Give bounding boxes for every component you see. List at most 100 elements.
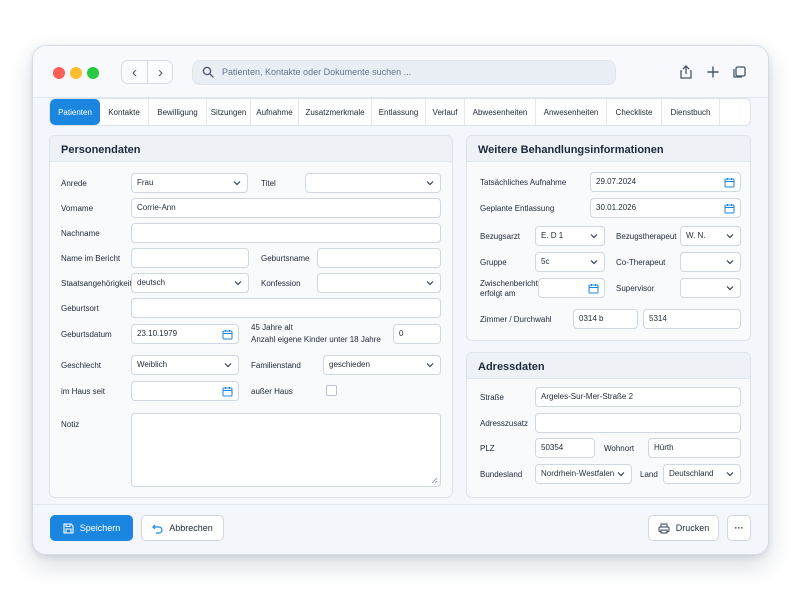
print-button[interactable]: Drucken — [648, 515, 719, 541]
tab-aufnahme[interactable]: Aufnahme — [251, 99, 299, 125]
bezugsarzt-select[interactable]: E. D 1 — [535, 226, 605, 246]
save-icon — [63, 522, 74, 534]
footer-bar: Speichern Abbrechen Drucken ··· — [33, 504, 768, 554]
wohnort-field[interactable]: Hürth — [648, 438, 741, 458]
plz-label: PLZ — [480, 444, 495, 453]
calendar-icon[interactable] — [222, 329, 233, 340]
share-icon[interactable] — [678, 64, 694, 80]
cancel-button[interactable]: Abbrechen — [141, 515, 224, 541]
save-button[interactable]: Speichern — [50, 515, 133, 541]
zoom-window-button[interactable] — [87, 67, 99, 79]
tab-entlassung[interactable]: Entlassung — [372, 99, 426, 125]
minimize-window-button[interactable] — [70, 67, 82, 79]
adresszusatz-label: Adresszusatz — [480, 419, 529, 428]
tab-kontakte[interactable]: Kontakte — [100, 99, 149, 125]
bericht-field[interactable] — [131, 248, 249, 268]
vorname-field[interactable]: Corrie-Ann — [131, 198, 441, 218]
aufnahme-value: 29.07.2024 — [596, 177, 637, 186]
bundesland-select[interactable]: Nordrhein-Westfalen — [535, 464, 632, 484]
vorname-label: Vorname — [61, 204, 94, 213]
title-bar: ‹ › Patienten, Kontakte oder Dokumente s… — [33, 46, 768, 98]
nachname-field[interactable] — [131, 223, 441, 243]
familienstand-select[interactable]: geschieden — [323, 355, 441, 375]
geburtsdatum-field[interactable]: 23.10.1979 — [131, 324, 239, 344]
tab-checkliste[interactable]: Checkliste — [607, 99, 662, 125]
supervisor-select[interactable] — [680, 278, 741, 298]
bundesland-value: Nordrhein-Westfalen — [541, 469, 615, 478]
tab-anwesenheiten[interactable]: Anwesenheiten — [536, 99, 607, 125]
land-select[interactable]: Deutschland — [663, 464, 741, 484]
gruppe-select[interactable]: 5c — [535, 252, 605, 272]
kinder-field[interactable]: 0 — [393, 324, 441, 344]
zimmer-field[interactable]: 0314 b — [573, 309, 638, 329]
calendar-icon[interactable] — [724, 203, 735, 214]
more-options-button[interactable]: ··· — [727, 515, 751, 541]
close-window-button[interactable] — [53, 67, 65, 79]
search-input[interactable]: Patienten, Kontakte oder Dokumente suche… — [192, 60, 616, 85]
resize-handle-icon[interactable] — [431, 477, 438, 484]
kinder-label: Anzahl eigene Kinder unter 18 Jahre — [251, 335, 381, 344]
forward-icon[interactable]: › — [148, 63, 173, 83]
zwischenbericht-label-2: erfolgt am — [480, 289, 516, 298]
chevron-down-icon — [224, 363, 232, 368]
bericht-label: Name im Bericht — [61, 254, 121, 263]
tabs-overview-icon[interactable] — [731, 64, 747, 80]
undo-icon — [152, 524, 163, 534]
adresszusatz-field[interactable] — [535, 413, 741, 433]
tab-verlauf[interactable]: Verlauf — [426, 99, 465, 125]
geburtsort-field[interactable] — [131, 298, 441, 318]
save-button-label: Speichern — [79, 523, 121, 533]
nachname-label: Nachname — [61, 229, 100, 238]
chevron-down-icon — [233, 181, 241, 186]
tab-abwesenheiten[interactable]: Abwesenheiten — [465, 99, 536, 125]
imhaus-label: im Haus seit — [61, 387, 106, 396]
calendar-icon[interactable] — [588, 283, 599, 294]
zwischenbericht-label: Zwischenbericht — [480, 279, 538, 288]
geburtsdatum-label: Geburtsdatum — [61, 330, 112, 339]
familienstand-label: Familienstand — [251, 361, 301, 370]
anrede-select[interactable]: Frau — [131, 173, 248, 193]
notiz-textarea[interactable] — [131, 413, 441, 487]
chevron-down-icon — [590, 260, 598, 265]
zimmer-label: Zimmer / Durchwahl — [480, 315, 552, 324]
titel-select[interactable] — [305, 173, 441, 193]
age-text: 45 Jahre alt — [251, 323, 293, 332]
print-button-label: Drucken — [675, 523, 710, 533]
tab-sitzungen[interactable]: Sitzungen — [207, 99, 251, 125]
new-tab-icon[interactable] — [705, 64, 721, 80]
konfession-select[interactable] — [317, 273, 441, 293]
konfession-label: Konfession — [261, 279, 301, 288]
chevron-down-icon — [426, 181, 434, 186]
anrede-label: Anrede — [61, 179, 87, 188]
bezugstherapeut-select[interactable]: W. N. — [680, 226, 741, 246]
zwischenbericht-field[interactable] — [538, 278, 605, 298]
tab-dienstbuch[interactable]: Dienstbuch — [662, 99, 720, 125]
geburtsort-label: Geburtsort — [61, 304, 99, 313]
durchwahl-field[interactable]: 5314 — [643, 309, 741, 329]
geschlecht-select[interactable]: Weiblich — [131, 355, 239, 375]
bezugsarzt-label: Bezugsarzt — [480, 232, 521, 241]
familienstand-value: geschieden — [329, 360, 370, 369]
personal-data-title: Personendaten — [50, 136, 452, 162]
titel-label: Titel — [261, 179, 276, 188]
strasse-field[interactable]: Argeles-Sur-Mer-Straße 2 — [535, 387, 741, 407]
tab-zusatzmerkmale[interactable]: Zusatzmerkmale — [299, 99, 372, 125]
back-icon[interactable]: ‹ — [122, 63, 147, 83]
tab-patienten[interactable]: Patienten — [50, 99, 100, 125]
chevron-down-icon — [617, 472, 625, 477]
plz-field[interactable]: 50354 — [535, 438, 595, 458]
geburtsname-field[interactable] — [317, 248, 441, 268]
geburtsdatum-value: 23.10.1979 — [137, 329, 178, 338]
land-value: Deutschland — [669, 469, 714, 478]
entlassung-field[interactable]: 30.01.2026 — [590, 198, 741, 218]
cotherapeut-select[interactable] — [680, 252, 741, 272]
calendar-icon[interactable] — [222, 386, 233, 397]
ausserhaus-checkbox[interactable] — [326, 385, 337, 396]
tab-bewilligung[interactable]: Bewilligung — [149, 99, 207, 125]
staat-select[interactable]: deutsch — [131, 273, 249, 293]
chevron-down-icon — [426, 281, 434, 286]
chevron-down-icon — [726, 286, 734, 291]
aufnahme-field[interactable]: 29.07.2024 — [590, 172, 741, 192]
calendar-icon[interactable] — [724, 177, 735, 188]
imhaus-field[interactable] — [131, 381, 239, 401]
